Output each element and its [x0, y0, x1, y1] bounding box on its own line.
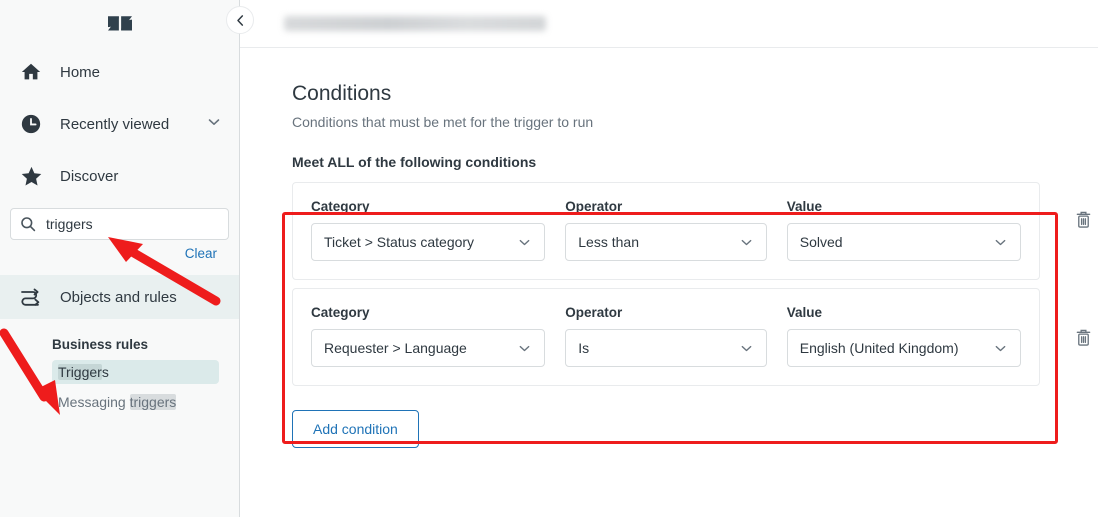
value-select-value: English (United Kingdom)	[799, 340, 959, 356]
sidebar-item-label-prefix: Messaging	[58, 394, 130, 410]
sidebar-item-label: Discover	[60, 167, 119, 185]
condition-row: Category Requester > Language Operator I…	[292, 288, 1040, 386]
sidebar-item-label-match: triggers	[129, 394, 177, 410]
chevron-down-icon	[994, 342, 1008, 355]
logo-container	[0, 0, 239, 46]
category-field: Category Ticket > Status category	[311, 199, 546, 261]
page-title: Conditions	[292, 82, 392, 105]
operator-field: Operator Less than	[565, 199, 767, 261]
delete-condition-button[interactable]	[1075, 328, 1092, 352]
meet-all-label: Meet ALL of the following conditions	[292, 154, 537, 170]
clear-row: Clear	[10, 240, 229, 263]
sidebar-item-label-match: Trigger	[58, 364, 102, 380]
category-select[interactable]: Requester > Language	[311, 329, 546, 367]
sidebar-item-objects-and-rules[interactable]: Objects and rules	[0, 275, 239, 319]
star-icon	[18, 163, 44, 189]
operator-select-value: Less than	[578, 234, 639, 250]
value-field: Value English (United Kingdom)	[786, 305, 1021, 367]
operator-select[interactable]: Is	[565, 329, 767, 367]
sidebar: Home Recently viewed Discover triggers C…	[0, 0, 240, 517]
operator-select[interactable]: Less than	[565, 223, 767, 261]
sidebar-item-home[interactable]: Home	[0, 46, 239, 98]
app-root: Home Recently viewed Discover triggers C…	[0, 0, 1098, 517]
category-select-value: Ticket > Status category	[324, 234, 475, 250]
chevron-left-icon[interactable]	[226, 6, 254, 34]
conditions-section: Conditions Conditions that must be met f…	[240, 48, 1098, 448]
value-label: Value	[786, 199, 823, 214]
chevron-down-icon	[994, 236, 1008, 249]
category-select-value: Requester > Language	[324, 340, 467, 356]
category-label: Category	[311, 199, 370, 214]
operator-field: Operator Is	[565, 305, 767, 367]
sidebar-group-business-rules: Business rules	[52, 337, 149, 352]
operator-select-value: Is	[578, 340, 590, 356]
value-select-value: Solved	[799, 234, 843, 250]
add-condition-button[interactable]: Add condition	[292, 410, 419, 448]
home-icon	[18, 59, 44, 85]
delete-condition-button[interactable]	[1075, 210, 1092, 234]
chevron-down-icon	[518, 342, 532, 355]
value-select[interactable]: Solved	[786, 223, 1021, 261]
chevron-down-icon	[518, 236, 532, 249]
sidebar-item-label-rest: s	[101, 364, 109, 380]
category-field: Category Requester > Language	[311, 305, 546, 367]
main-panel: Conditions Conditions that must be met f…	[226, 0, 1098, 517]
chevron-down-icon	[740, 342, 754, 355]
value-field: Value Solved	[786, 199, 1021, 261]
chevron-down-icon	[740, 236, 754, 249]
condition-row: Category Ticket > Status category Operat…	[292, 182, 1040, 280]
topbar	[226, 0, 1098, 48]
sidebar-item-discover[interactable]: Discover	[0, 150, 239, 202]
sidebar-item-label: Recently viewed	[60, 115, 170, 133]
search-input[interactable]: triggers	[10, 208, 229, 240]
sidebar-item-messaging-triggers[interactable]: Messaging triggers	[52, 390, 219, 414]
chevron-down-icon[interactable]	[207, 115, 221, 133]
category-label: Category	[311, 305, 370, 320]
value-select[interactable]: English (United Kingdom)	[786, 329, 1021, 367]
search-icon	[20, 216, 36, 232]
clock-icon	[18, 111, 44, 137]
conditions-list: Category Ticket > Status category Operat…	[292, 182, 1092, 386]
zendesk-logo[interactable]	[105, 8, 135, 38]
sidebar-item-recently-viewed[interactable]: Recently viewed	[0, 98, 239, 150]
redacted-page-title	[284, 16, 546, 31]
search-input-value: triggers	[46, 216, 93, 232]
operator-label: Operator	[565, 199, 623, 214]
page-subtitle: Conditions that must be met for the trig…	[292, 114, 594, 130]
category-select[interactable]: Ticket > Status category	[311, 223, 546, 261]
value-label: Value	[786, 305, 823, 320]
search-container: triggers Clear	[0, 202, 239, 263]
sidebar-item-label: Home	[60, 63, 101, 81]
clear-search-link[interactable]: Clear	[185, 246, 217, 261]
objects-rules-icon	[18, 284, 44, 310]
sidebar-item-label: Objects and rules	[60, 288, 177, 306]
operator-label: Operator	[565, 305, 623, 320]
sidebar-item-triggers[interactable]: Triggers	[52, 360, 219, 384]
